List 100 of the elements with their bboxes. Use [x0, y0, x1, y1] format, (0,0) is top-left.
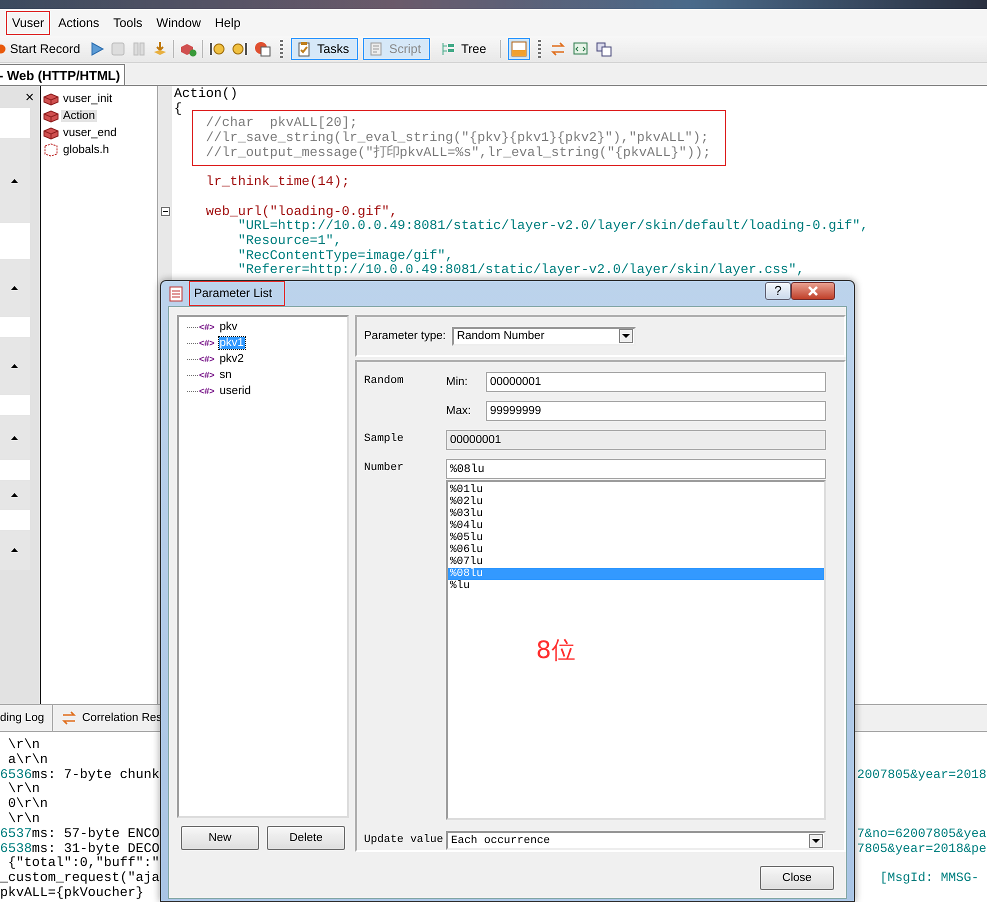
format-item[interactable]: %07lu: [448, 556, 824, 568]
code-line: web_url("loading-0.gif",: [204, 204, 398, 218]
log-line: 2007805&year=2018: [857, 768, 987, 782]
code-line: //lr_save_string(lr_eval_string("{pkv}{pkv1}{pkv2}"),"pkvALL");: [204, 130, 709, 146]
update-value-dropdown[interactable]: Each occurrence: [446, 831, 826, 850]
close-dialog-button[interactable]: Close: [760, 866, 834, 890]
add-block-icon[interactable]: [179, 41, 198, 57]
log-line: 0\r\n: [6, 797, 48, 812]
sample-field: 00000001: [446, 430, 826, 450]
parameter-type-dropdown[interactable]: Random Number: [452, 326, 636, 346]
log-line: 6537ms: 57-byte ENCO: [0, 826, 160, 842]
start-record-button[interactable]: Start Record: [0, 42, 84, 56]
tree-item[interactable]: vuser_end: [61, 126, 119, 138]
log-line: 6536ms: 7-byte chunk: [0, 768, 160, 782]
delete-button[interactable]: Delete: [267, 826, 345, 850]
code-line: "Resource=1",: [236, 232, 342, 248]
log-line: \r\n: [6, 738, 40, 753]
panel-tab[interactable]: ding Log: [0, 705, 54, 731]
number-label: Number: [364, 461, 405, 474]
menu-item[interactable]: Window: [150, 10, 207, 34]
collapse-caret-icon[interactable]: [11, 436, 18, 440]
collapse-caret-icon[interactable]: [11, 286, 18, 290]
menu-item[interactable]: Vuser: [6, 10, 50, 34]
parameter-item[interactable]: pkv: [218, 321, 238, 333]
parameter-item[interactable]: sn: [218, 369, 233, 381]
sample-label: Sample: [364, 432, 405, 445]
parameter-tag: <#>: [199, 370, 215, 380]
swap-arrows-icon[interactable]: [549, 41, 568, 57]
section-body: [0, 317, 30, 337]
number-field[interactable]: %08lu: [446, 459, 826, 479]
copy-window-icon[interactable]: [595, 41, 614, 57]
collapse-caret-icon[interactable]: [11, 493, 18, 497]
log-line: [MsgId: MMSG-: [878, 871, 980, 886]
menu-item[interactable]: Tools: [107, 10, 148, 34]
code-line: //char pkvALL[20];: [204, 115, 358, 130]
format-item[interactable]: %lu: [448, 580, 824, 592]
tree-item[interactable]: globals.h: [61, 144, 112, 156]
section-body: [0, 223, 30, 259]
parameter-icon[interactable]: [572, 41, 590, 57]
record-window-icon[interactable]: [254, 41, 272, 57]
dialog-title: Parameter List: [189, 281, 286, 306]
view-toggle[interactable]: Tree: [435, 38, 496, 60]
collapse-icon[interactable]: [160, 207, 170, 216]
section-body: [0, 510, 30, 530]
collapse-caret-icon[interactable]: [11, 548, 18, 552]
tree-icon: [440, 41, 456, 57]
format-item[interactable]: %04lu: [448, 520, 824, 532]
log-line: 7&no=62007805&yea: [857, 826, 987, 842]
log-line: a\r\n: [6, 752, 48, 768]
code-line: Action(): [174, 86, 238, 101]
help-button[interactable]: ?: [765, 282, 791, 300]
menu-item[interactable]: Actions: [52, 10, 106, 34]
menu-item[interactable]: Help: [208, 10, 247, 34]
clipboard-icon: [296, 41, 312, 57]
parameter-tag: <#>: [199, 354, 215, 364]
format-item[interactable]: %01lu: [448, 484, 824, 496]
panel-layout-icon[interactable]: [508, 38, 530, 60]
format-item[interactable]: %06lu: [448, 544, 824, 556]
code-line: {: [174, 100, 182, 116]
tree-item[interactable]: vuser_init: [61, 92, 114, 104]
random-label: Random: [364, 374, 405, 387]
parameter-item[interactable]: pkv2: [218, 353, 245, 365]
block-icon: [43, 126, 59, 140]
new-button[interactable]: New: [181, 826, 259, 850]
swap-arrows-icon: [61, 711, 78, 725]
parameter-tag: <#>: [199, 338, 215, 348]
code-line: //lr_output_message("打印pkvALL=%s",lr_eval_string("{pkvALL}"));: [204, 144, 711, 160]
collapse-caret-icon[interactable]: [11, 364, 18, 368]
parameter-item[interactable]: userid: [218, 385, 252, 397]
step-icon[interactable]: [231, 41, 250, 57]
script-icon: [368, 41, 384, 57]
log-line: \r\n: [6, 782, 40, 797]
collapse-caret-icon[interactable]: [11, 178, 18, 182]
section-body: [0, 395, 30, 415]
log-line: \r\n: [6, 812, 40, 827]
max-field[interactable]: 99999999: [486, 401, 826, 421]
play-icon[interactable]: [89, 41, 106, 57]
close-button[interactable]: [791, 282, 835, 300]
close-icon: [807, 286, 819, 296]
log-line: {"total":0,"buff":": [6, 856, 160, 871]
log-line: _custom_request("aja: [0, 871, 160, 886]
block-icon: [43, 108, 59, 122]
tree-item[interactable]: Action: [61, 110, 97, 122]
code-line: "RecContentType=image/gif",: [236, 248, 454, 263]
step-icon[interactable]: [208, 41, 226, 57]
format-item[interactable]: %03lu: [448, 508, 824, 520]
parameter-tag: <#>: [199, 386, 215, 396]
close-button[interactable]: ×: [25, 88, 34, 106]
code-line: lr_think_time(14);: [204, 174, 350, 190]
parameter-tag: <#>: [199, 322, 215, 332]
min-field[interactable]: 00000001: [486, 372, 826, 392]
format-item[interactable]: %05lu: [448, 532, 824, 544]
code-line: "Referer=http://10.0.0.49:8081/static/layer-v2.0/layer/skin/layer.css",: [236, 262, 804, 278]
download-icon[interactable]: [152, 41, 168, 57]
format-item[interactable]: %02lu: [448, 496, 824, 508]
section-body: [0, 108, 30, 138]
view-toggle[interactable]: Tasks: [291, 38, 358, 60]
log-line: 6538ms: 31-byte DECO: [0, 842, 160, 856]
code-line: "URL=http://10.0.0.49:8081/static/layer-v2.0/layer/skin/default/loading-0.gif",: [236, 218, 868, 234]
log-line: 7805&year=2018&pe: [857, 842, 987, 856]
